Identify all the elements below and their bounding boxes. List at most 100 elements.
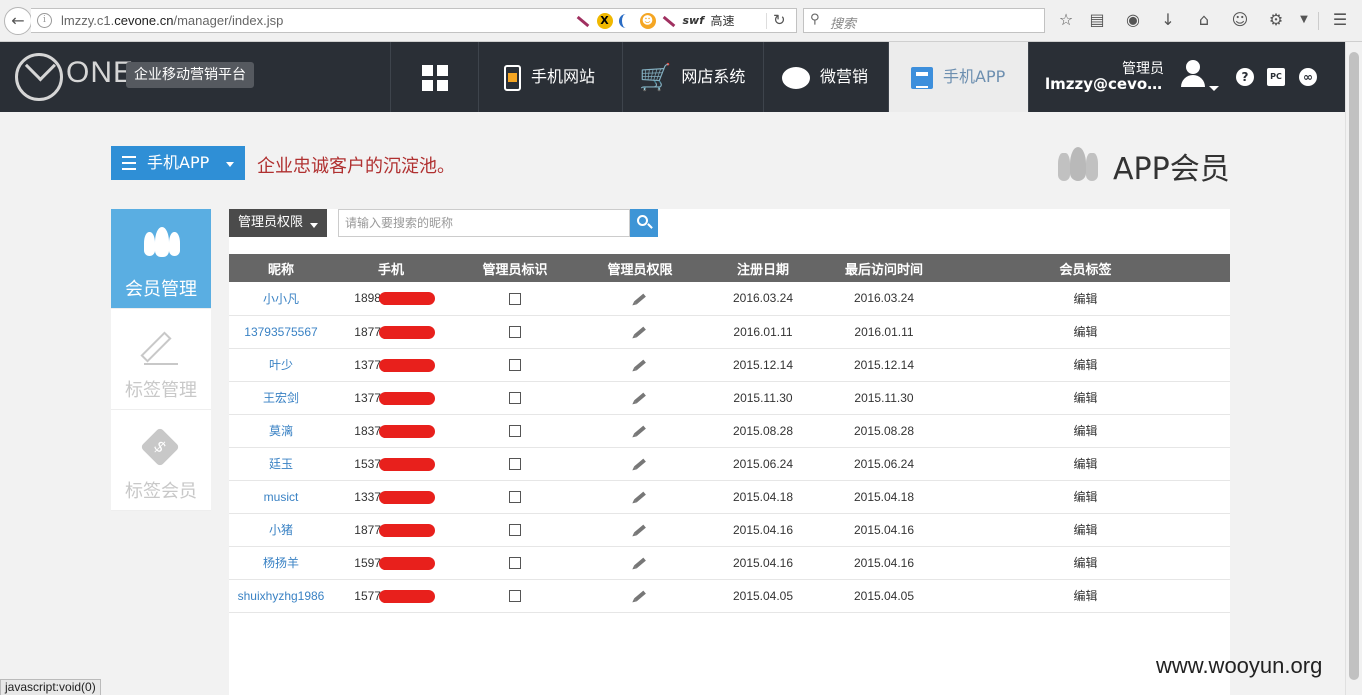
col-phone[interactable]: 手机 <box>333 254 449 282</box>
edit-tags-link[interactable]: 编辑 <box>941 348 1230 382</box>
last-visit-date: 2016.01.11 <box>827 315 941 349</box>
address-bar[interactable]: i lmzzy.c1.cevone.cn/manager/index.jsp X… <box>31 8 797 33</box>
edit-pencil-icon[interactable] <box>634 524 646 536</box>
admin-flag-cell <box>449 546 581 580</box>
edit-tags-link[interactable]: 编辑 <box>941 414 1230 448</box>
member-nickname[interactable]: shuixhyzhg1986 <box>229 579 333 613</box>
member-nickname[interactable]: 王宏剑 <box>229 381 333 415</box>
page-scrollbar[interactable] <box>1345 42 1362 695</box>
col-nickname[interactable]: 昵称 <box>229 254 333 282</box>
browser-search-bar[interactable]: ⚲ 搜索 <box>803 8 1045 33</box>
chat-bubble-icon[interactable]: ☺ <box>1230 10 1250 30</box>
admin-flag-checkbox[interactable] <box>509 359 521 372</box>
admin-permission-filter[interactable]: 管理员权限 <box>229 209 327 237</box>
member-nickname[interactable]: 小猪 <box>229 513 333 547</box>
redaction-mark <box>379 292 435 305</box>
admin-flag-checkbox[interactable] <box>509 293 521 306</box>
admin-flag-checkbox[interactable] <box>509 425 521 438</box>
table-row: shuixhyzhg198615777773575 2015.04.052015.… <box>229 579 1230 613</box>
nickname-search-input[interactable] <box>338 209 630 237</box>
admin-flag-checkbox[interactable] <box>509 491 521 504</box>
app-header: ONE 企业移动营销平台 手机网站 🛒 网店系统 微营销 手机APP 管理员 lm… <box>0 42 1345 112</box>
moon-addon-icon[interactable] <box>619 13 633 28</box>
edit-pencil-icon[interactable] <box>634 392 646 404</box>
col-admin-permission[interactable]: 管理员权限 <box>581 254 699 282</box>
filter-label: 管理员权限 <box>238 215 304 230</box>
feather-icon[interactable] <box>576 15 590 28</box>
logo-text: ONE <box>66 56 135 89</box>
edit-pencil-icon[interactable] <box>634 557 646 569</box>
link-icon[interactable]: ∞ <box>1299 68 1317 86</box>
pocket-icon[interactable]: ◉ <box>1123 10 1143 30</box>
member-phone-cell: 13777777609 <box>333 381 449 415</box>
admin-flag-checkbox[interactable] <box>509 326 521 339</box>
module-dropdown-button[interactable]: 手机APP <box>111 146 245 180</box>
bookmark-star-icon[interactable]: ☆ <box>1056 10 1076 30</box>
admin-flag-checkbox[interactable] <box>509 557 521 570</box>
col-last-visit[interactable]: 最后访问时间 <box>827 254 941 282</box>
edit-pencil-icon[interactable] <box>634 458 646 470</box>
gaosu-addon[interactable]: 高速 <box>711 12 735 29</box>
register-date: 2015.08.28 <box>699 414 827 448</box>
edit-pencil-icon[interactable] <box>634 293 646 305</box>
member-nickname[interactable]: 叶少 <box>229 348 333 382</box>
col-register-date[interactable]: 注册日期 <box>699 254 827 282</box>
swf-addon[interactable]: swf <box>683 14 705 27</box>
admin-flag-checkbox[interactable] <box>509 590 521 603</box>
extension-icon[interactable]: ⚙ <box>1266 10 1286 30</box>
member-nickname[interactable]: 13793575567 <box>229 315 333 349</box>
edit-pencil-icon[interactable] <box>634 359 646 371</box>
sidebar-item-tag-management[interactable]: 标签管理 <box>111 310 211 410</box>
edit-tags-link[interactable]: 编辑 <box>941 480 1230 514</box>
admin-flag-cell <box>449 480 581 514</box>
edit-tags-link[interactable]: 编辑 <box>941 315 1230 349</box>
hamburger-menu-icon[interactable]: ☰ <box>1330 10 1350 30</box>
col-member-tags[interactable]: 会员标签 <box>941 254 1230 282</box>
x-addon-icon[interactable]: X <box>596 12 613 29</box>
redaction-mark <box>379 490 435 504</box>
reload-icon[interactable]: ↻ <box>773 11 786 29</box>
edit-tags-link[interactable]: 编辑 <box>941 282 1230 316</box>
edit-pencil-icon[interactable] <box>634 590 646 602</box>
download-icon[interactable]: ↓ <box>1158 10 1178 30</box>
member-phone-cell: 18777777725 <box>333 513 449 547</box>
home-icon[interactable]: ⌂ <box>1194 10 1214 30</box>
help-icon[interactable]: ? <box>1236 68 1254 86</box>
reading-list-icon[interactable]: ▤ <box>1087 10 1107 30</box>
admin-flag-checkbox[interactable] <box>509 524 521 537</box>
admin-flag-checkbox[interactable] <box>509 458 521 471</box>
member-nickname[interactable]: 小小凡 <box>229 282 333 316</box>
url-separator <box>766 13 767 29</box>
nav-wechat-marketing[interactable]: 微营销 <box>763 42 888 112</box>
edit-pencil-icon[interactable] <box>634 326 646 338</box>
edit-tags-link[interactable]: 编辑 <box>941 579 1230 613</box>
back-button[interactable]: ← <box>4 7 32 35</box>
member-nickname[interactable]: 莫漓 <box>229 414 333 448</box>
nav-mobile-app[interactable]: 手机APP <box>888 42 1028 112</box>
nav-mobile-site[interactable]: 手机网站 <box>478 42 622 112</box>
feather-icon-2[interactable] <box>662 15 676 28</box>
col-admin-flag[interactable]: 管理员标识 <box>449 254 581 282</box>
edit-tags-link[interactable]: 编辑 <box>941 513 1230 547</box>
sidebar-item-tag-members[interactable]: $ 标签会员 <box>111 411 211 511</box>
member-nickname[interactable]: 廷玉 <box>229 447 333 481</box>
sidebar-item-member-management[interactable]: 会员管理 <box>111 209 211 309</box>
table-row: 叶少137777794752015.12.142015.12.14编辑 <box>229 348 1230 382</box>
user-menu[interactable]: 管理员 lmzzy@cevone... <box>1028 42 1228 112</box>
edit-tags-link[interactable]: 编辑 <box>941 381 1230 415</box>
edit-pencil-icon[interactable] <box>634 491 646 503</box>
nav-dashboard[interactable] <box>390 42 478 112</box>
nav-shop-system[interactable]: 🛒 网店系统 <box>622 42 763 112</box>
site-info-icon[interactable]: i <box>37 13 52 28</box>
edit-pencil-icon[interactable] <box>634 425 646 437</box>
member-nickname[interactable]: musict <box>229 480 333 514</box>
pc-icon[interactable]: PC <box>1267 68 1285 86</box>
edit-tags-link[interactable]: 编辑 <box>941 447 1230 481</box>
smile-addon-icon[interactable]: ☻ <box>639 12 656 29</box>
search-button[interactable] <box>630 209 658 237</box>
edit-tags-link[interactable]: 编辑 <box>941 546 1230 580</box>
extension-menu-chevron-icon[interactable]: ▼ <box>1294 10 1314 30</box>
member-nickname[interactable]: 杨扬羊 <box>229 546 333 580</box>
admin-flag-checkbox[interactable] <box>509 392 521 405</box>
scrollbar-thumb[interactable] <box>1349 52 1359 680</box>
